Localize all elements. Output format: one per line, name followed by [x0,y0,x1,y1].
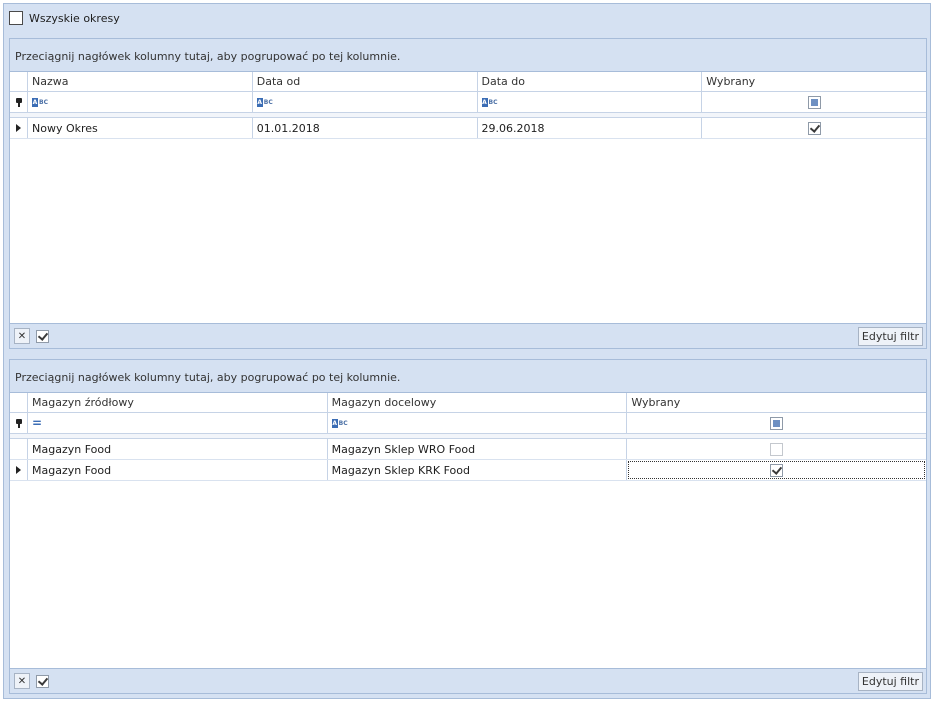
table-row[interactable]: Magazyn Food Magazyn Sklep WRO Food [10,439,926,460]
column-header-row: Nazwa Data od Data do Wybrany [10,72,926,92]
cell-wybrany[interactable] [702,118,926,138]
filter-cell-wybrany[interactable] [627,413,926,433]
cell-magazyn-zrodlowy[interactable]: Magazyn Food [28,460,328,480]
edit-filter-button[interactable]: Edytuj filtr [857,327,923,346]
cell-magazyn-docelowy[interactable]: Magazyn Sklep WRO Food [328,439,628,459]
periods-grid: Przeciągnij nagłówek kolumny tutaj, aby … [9,38,927,349]
pin-icon [15,418,22,428]
group-by-panel[interactable]: Przeciągnij nagłówek kolumny tutaj, aby … [10,39,926,72]
equals-filter-icon: = [32,416,43,430]
header-indicator-cell [10,393,28,412]
row-indicator-arrow-icon [16,124,21,132]
cell-data-od[interactable]: 01.01.2018 [253,118,478,138]
cell-wybrany[interactable] [627,460,926,480]
close-icon: ✕ [17,675,27,687]
abc-filter-icon: A BC [331,418,348,428]
all-periods-checkbox[interactable]: Wszyskie okresy [9,10,120,26]
filter-cell-magazyn-docelowy[interactable]: A BC [328,413,628,433]
edit-filter-button[interactable]: Edytuj filtr [857,672,923,691]
checkbox-icon[interactable] [807,95,821,109]
filter-cell-nazwa[interactable]: A BC [28,92,253,112]
filter-cell-data-od[interactable]: A BC [253,92,478,112]
row-indicator[interactable] [10,118,28,138]
warehouses-grid: Przeciągnij nagłówek kolumny tutaj, aby … [9,359,927,694]
table-row[interactable]: Nowy Okres 01.01.2018 29.06.2018 [10,118,926,139]
grid-footer: ✕ Edytuj filtr [10,668,926,693]
enable-filter-checkbox[interactable] [36,674,49,688]
checkbox-icon[interactable] [770,463,784,477]
column-header-nazwa[interactable]: Nazwa [28,72,253,91]
row-indicator-arrow-icon [16,466,21,474]
filter-cell-wybrany[interactable] [702,92,926,112]
all-periods-label: Wszyskie okresy [29,11,120,25]
column-header-wybrany[interactable]: Wybrany [627,393,926,412]
cell-magazyn-docelowy[interactable]: Magazyn Sklep KRK Food [328,460,628,480]
cell-wybrany[interactable] [627,439,926,459]
cell-nazwa[interactable]: Nowy Okres [28,118,253,138]
column-header-magazyn-zrodlowy[interactable]: Magazyn źródłowy [28,393,328,412]
pin-icon [15,97,22,107]
grid-footer: ✕ Edytuj filtr [10,323,926,348]
auto-filter-row: = A BC [10,413,926,434]
row-indicator[interactable] [10,460,28,480]
column-header-row: Magazyn źródłowy Magazyn docelowy Wybran… [10,393,926,413]
checkbox-icon[interactable] [770,416,784,430]
abc-filter-icon: A BC [481,97,498,107]
group-by-panel[interactable]: Przeciągnij nagłówek kolumny tutaj, aby … [10,360,926,393]
cell-magazyn-zrodlowy[interactable]: Magazyn Food [28,439,328,459]
checkbox-icon[interactable] [770,442,784,456]
window-frame: Wszyskie okresy Przeciągnij nagłówek kol… [3,3,931,699]
checkbox-icon[interactable] [807,121,821,135]
column-header-wybrany[interactable]: Wybrany [702,72,926,91]
enable-filter-checkbox[interactable] [36,329,49,343]
column-header-data-od[interactable]: Data od [253,72,478,91]
close-icon: ✕ [17,330,27,342]
abc-filter-icon: A BC [256,97,273,107]
header-indicator-cell [10,72,28,91]
filter-cell-magazyn-zrodlowy[interactable]: = [28,413,328,433]
group-by-hint: Przeciągnij nagłówek kolumny tutaj, aby … [15,370,401,384]
filter-row-indicator [10,413,28,433]
clear-filter-button[interactable]: ✕ [14,328,30,344]
abc-filter-icon: A BC [32,97,48,107]
cell-data-do[interactable]: 29.06.2018 [478,118,703,138]
auto-filter-row: A BC A BC A BC [10,92,926,113]
column-header-data-do[interactable]: Data do [478,72,703,91]
clear-filter-button[interactable]: ✕ [14,673,30,689]
table-row[interactable]: Magazyn Food Magazyn Sklep KRK Food [10,460,926,481]
row-indicator[interactable] [10,439,28,459]
checkbox-icon[interactable] [9,11,23,25]
column-header-magazyn-docelowy[interactable]: Magazyn docelowy [328,393,628,412]
filter-cell-data-do[interactable]: A BC [478,92,703,112]
group-by-hint: Przeciągnij nagłówek kolumny tutaj, aby … [15,49,401,63]
filter-row-indicator [10,92,28,112]
